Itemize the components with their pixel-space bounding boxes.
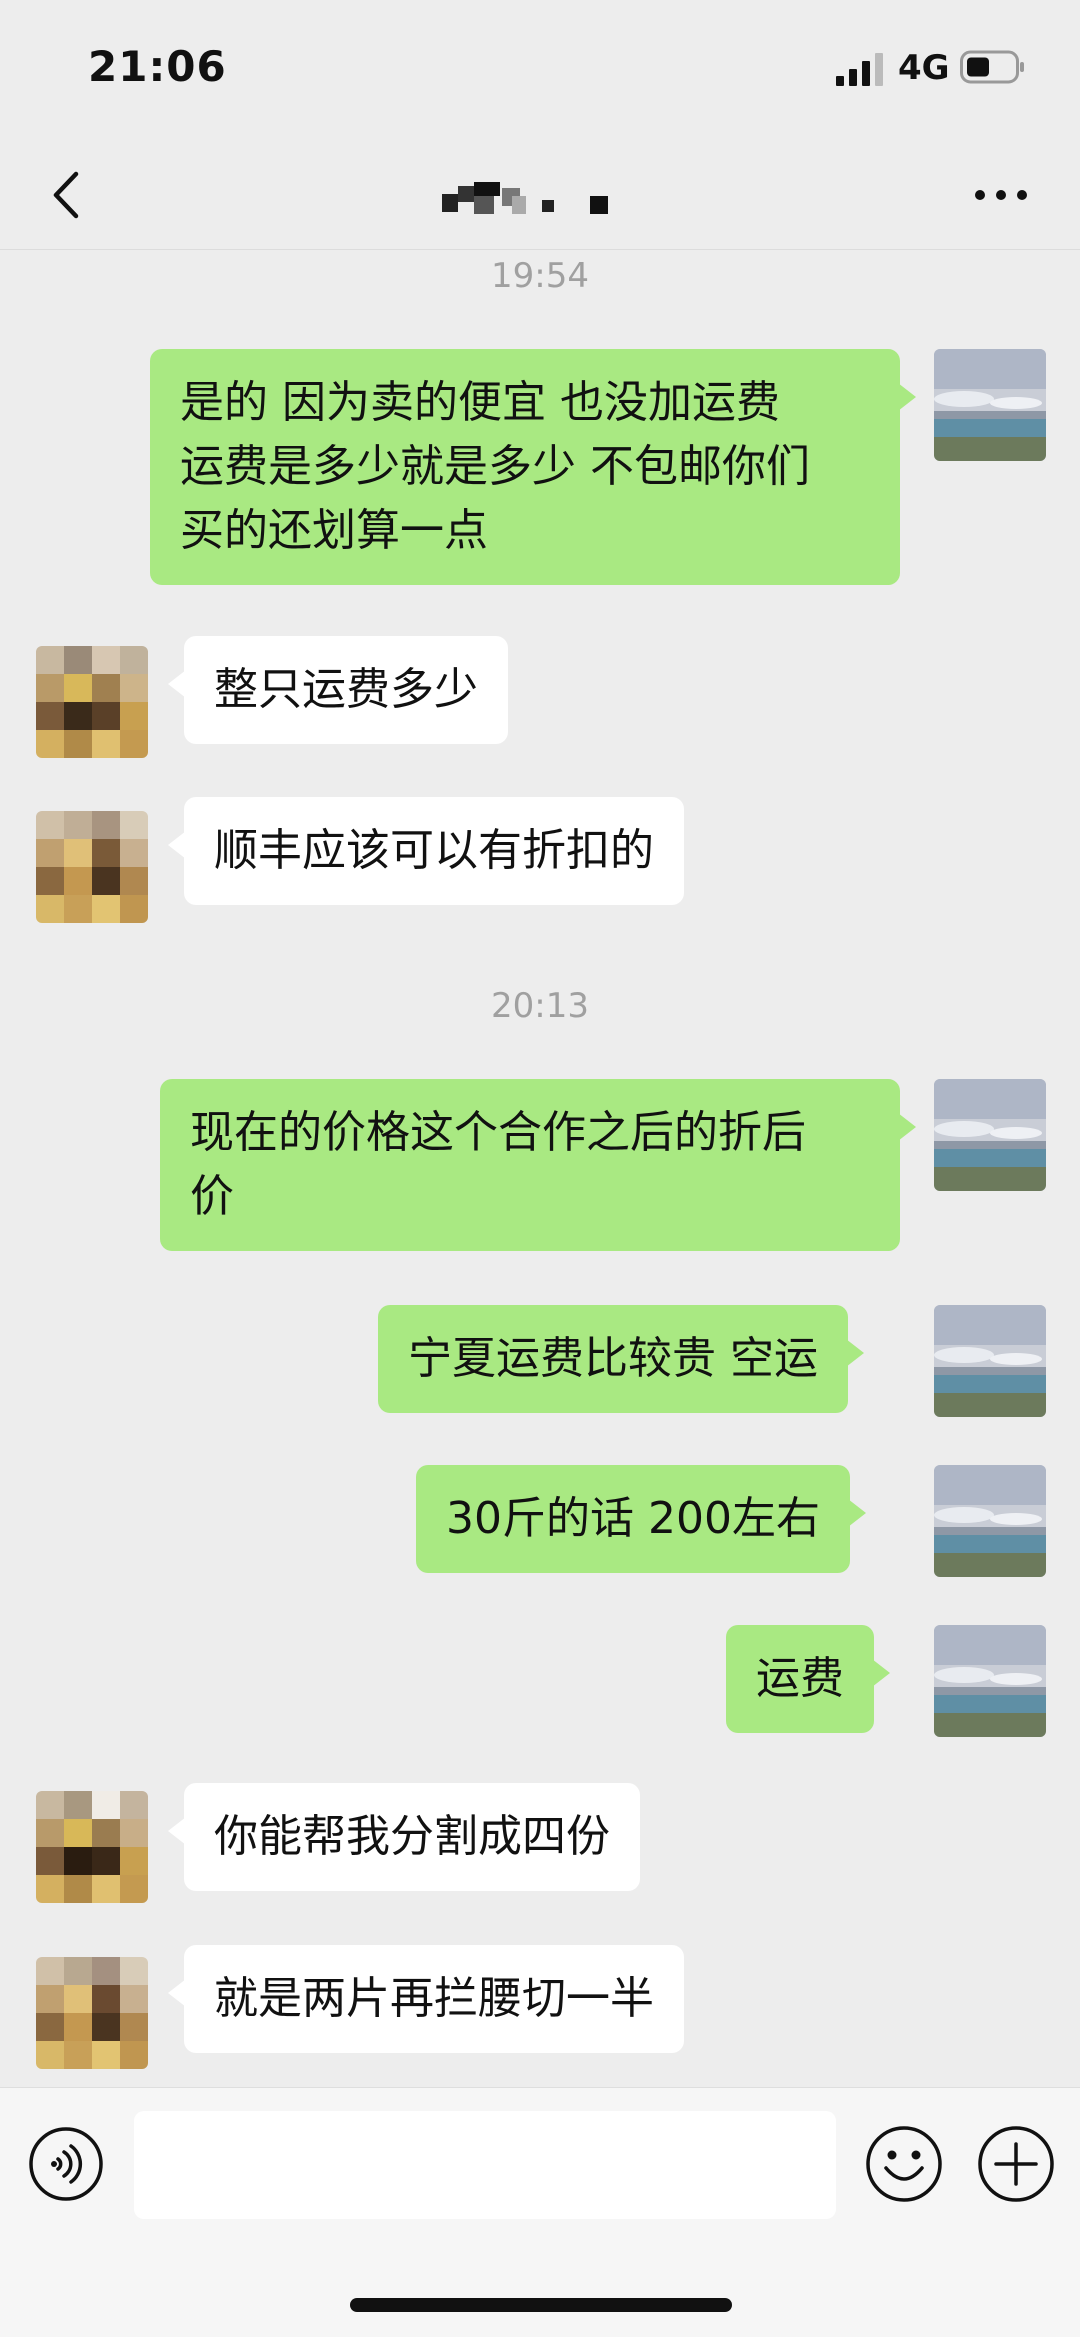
time-label: 20:13 bbox=[491, 986, 589, 1026]
battery-icon bbox=[960, 50, 1024, 84]
message-line: 整只运费多少 bbox=[214, 664, 478, 715]
time-label: 19:54 bbox=[491, 256, 589, 296]
chat-title-redacted bbox=[442, 182, 608, 214]
plus-icon bbox=[978, 2126, 1054, 2202]
emoji-icon bbox=[866, 2126, 942, 2202]
message-bubble-sent[interactable]: 运费 bbox=[726, 1625, 890, 1733]
message-bubble-received[interactable]: 你能帮我分割成四份 bbox=[168, 1783, 640, 1891]
home-indicator[interactable] bbox=[350, 2298, 732, 2312]
message-line: 顺丰应该可以有折扣的 bbox=[214, 825, 654, 876]
message-bubble-received[interactable]: 整只运费多少 bbox=[168, 636, 508, 744]
status-bar: 21:06 4G bbox=[0, 0, 1080, 140]
message-line: 价 bbox=[190, 1171, 234, 1222]
message-input[interactable] bbox=[134, 2111, 836, 2219]
message-bubble-sent[interactable]: 宁夏运费比较贵 空运 bbox=[378, 1305, 864, 1413]
back-button[interactable] bbox=[36, 160, 106, 230]
message-line: 你能帮我分割成四份 bbox=[214, 1811, 610, 1862]
message-line: 30斤的话 200左右 bbox=[446, 1493, 820, 1544]
more-dots-icon bbox=[975, 190, 1027, 200]
message-line: 现在的价格这个合作之后的折后 bbox=[190, 1107, 806, 1158]
message-line: 宁夏运费比较贵 空运 bbox=[408, 1333, 818, 1384]
message-line: 买的还划算一点 bbox=[180, 505, 488, 556]
signal-icon bbox=[836, 53, 883, 86]
input-bar bbox=[0, 2087, 1080, 2337]
chevron-left-icon bbox=[53, 171, 79, 219]
message-bubble-received[interactable]: 就是两片再拦腰切一半 bbox=[168, 1945, 684, 2053]
self-avatar[interactable] bbox=[934, 1079, 1046, 1191]
message-line: 是的 因为卖的便宜 也没加运费 bbox=[180, 377, 780, 428]
message-bubble-received[interactable]: 顺丰应该可以有折扣的 bbox=[168, 797, 684, 905]
contact-avatar[interactable] bbox=[36, 1957, 148, 2069]
plus-button[interactable] bbox=[976, 2124, 1056, 2204]
more-button[interactable] bbox=[966, 170, 1036, 220]
message-line: 就是两片再拦腰切一半 bbox=[214, 1973, 654, 2024]
contact-avatar[interactable] bbox=[36, 811, 148, 923]
contact-avatar[interactable] bbox=[36, 1791, 148, 1903]
voice-icon bbox=[29, 2127, 103, 2201]
message-bubble-sent[interactable]: 现在的价格这个合作之后的折后 价 bbox=[160, 1079, 916, 1251]
network-label: 4G bbox=[898, 48, 950, 88]
self-avatar[interactable] bbox=[934, 1625, 1046, 1737]
message-line: 运费是多少就是多少 不包邮你们 bbox=[180, 441, 810, 492]
message-bubble-sent[interactable]: 30斤的话 200左右 bbox=[416, 1465, 866, 1573]
chat-area[interactable]: 19:54 是的 因为卖的便宜 也没加运费 运费是多少就是多少 不包邮你们 买的… bbox=[0, 251, 1080, 2086]
voice-button[interactable] bbox=[28, 2126, 104, 2202]
status-time: 21:06 bbox=[88, 42, 227, 91]
message-line: 运费 bbox=[756, 1653, 844, 1704]
self-avatar[interactable] bbox=[934, 1305, 1046, 1417]
emoji-button[interactable] bbox=[864, 2124, 944, 2204]
self-avatar[interactable] bbox=[934, 1465, 1046, 1577]
message-bubble-sent[interactable]: 是的 因为卖的便宜 也没加运费 运费是多少就是多少 不包邮你们 买的还划算一点 bbox=[150, 349, 916, 585]
self-avatar[interactable] bbox=[934, 349, 1046, 461]
nav-bar bbox=[0, 140, 1080, 250]
contact-avatar[interactable] bbox=[36, 646, 148, 758]
